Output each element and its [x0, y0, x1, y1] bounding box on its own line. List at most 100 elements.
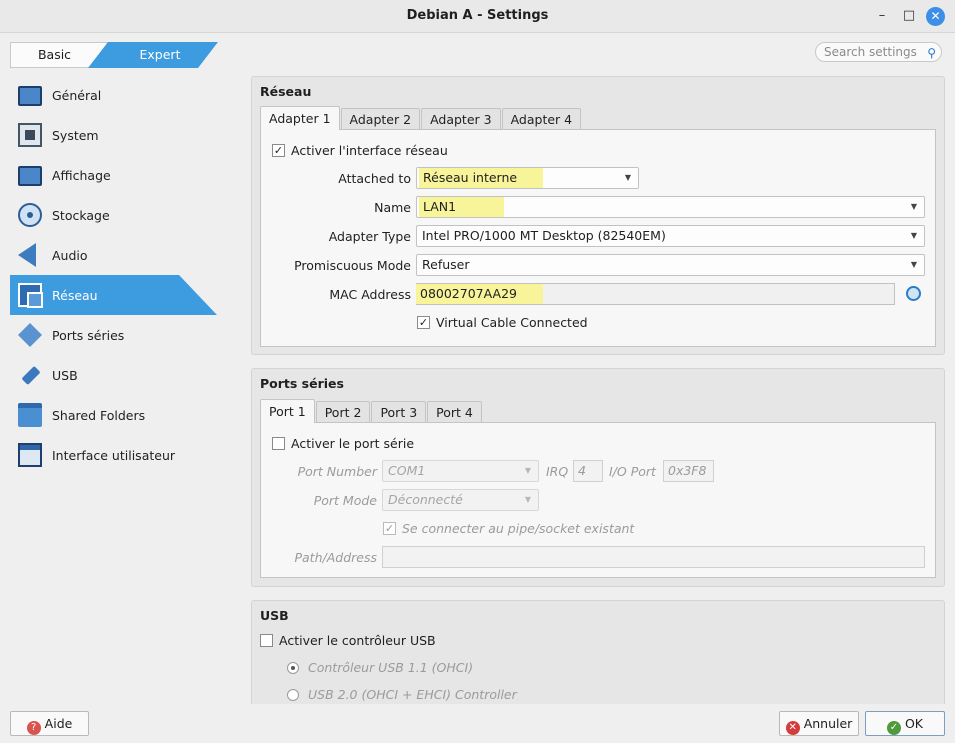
- enable-network-checkbox[interactable]: ✓ Activer l'interface réseau: [272, 143, 448, 158]
- storage-icon: [18, 203, 42, 227]
- promiscuous-mode-value: Refuser: [422, 257, 470, 272]
- system-icon: [18, 123, 42, 147]
- sidebar-item-user-interface[interactable]: Interface utilisateur: [10, 435, 217, 475]
- sidebar-item-audio[interactable]: Audio: [10, 235, 217, 275]
- io-port-input[interactable]: 0x3F8: [663, 460, 714, 482]
- serial-section-title: Ports séries: [260, 376, 344, 391]
- checkbox-unchecked-icon: [260, 634, 273, 647]
- port-mode-select[interactable]: Déconnecté ▼: [382, 489, 539, 511]
- usb-icon: [18, 363, 42, 387]
- sidebar-item-general[interactable]: Général: [10, 75, 217, 115]
- tab-adapter-4[interactable]: Adapter 4: [501, 108, 582, 130]
- expert-mode-button[interactable]: Expert: [88, 42, 218, 68]
- mac-address-value: 08002707AA29: [416, 284, 543, 304]
- tab-port-3[interactable]: Port 3: [371, 401, 427, 423]
- radio-unselected-icon: [287, 688, 299, 701]
- cable-connected-label: Virtual Cable Connected: [436, 315, 588, 330]
- name-value: LAN1: [419, 197, 505, 217]
- sidebar-item-label: System: [52, 127, 99, 143]
- sidebar-item-shared-folders[interactable]: Shared Folders: [10, 395, 217, 435]
- adapter-tabs: Adapter 1 Adapter 2 Adapter 3 Adapter 4: [260, 106, 582, 130]
- basic-mode-label: Basic: [37, 47, 72, 62]
- display-icon: [18, 166, 42, 186]
- button-bar: ? Aide ✕ Annuler ✓ OK: [0, 704, 955, 743]
- cancel-button[interactable]: ✕ Annuler: [779, 711, 859, 736]
- mac-address-input[interactable]: 08002707AA29: [416, 283, 895, 305]
- audio-icon: [18, 243, 36, 267]
- tab-port-4[interactable]: Port 4: [427, 401, 482, 423]
- sidebar-item-label: Interface utilisateur: [52, 447, 176, 463]
- promiscuous-mode-select[interactable]: Refuser ▼: [416, 254, 925, 276]
- sidebar-item-label: Audio: [52, 247, 88, 263]
- irq-label: IRQ: [546, 464, 569, 479]
- ok-button-label: OK: [904, 716, 924, 731]
- tab-adapter-2[interactable]: Adapter 2: [340, 108, 421, 130]
- ok-button[interactable]: ✓ OK: [865, 711, 945, 736]
- help-icon: ?: [26, 721, 41, 735]
- cancel-icon: ✕: [785, 721, 800, 735]
- sidebar-item-label: Ports séries: [52, 327, 125, 343]
- dropdown-arrow-icon: ▼: [624, 173, 631, 182]
- sidebar-item-usb[interactable]: USB: [10, 355, 217, 395]
- sidebar-item-storage[interactable]: Stockage: [10, 195, 217, 235]
- maximize-button[interactable]: □: [901, 8, 917, 24]
- search-input[interactable]: Search settings ⚲: [815, 42, 942, 62]
- enable-usb-label: Activer le contrôleur USB: [279, 633, 436, 648]
- dropdown-arrow-icon: ▼: [910, 260, 917, 269]
- usb11-radio[interactable]: Contrôleur USB 1.1 (OHCI): [287, 660, 473, 675]
- tab-port-1[interactable]: Port 1: [260, 399, 315, 423]
- cancel-button-label: Annuler: [803, 716, 853, 731]
- tab-adapter-1[interactable]: Adapter 1: [260, 106, 340, 130]
- sidebar-item-label: Général: [52, 87, 102, 103]
- usb20-radio[interactable]: USB 2.0 (OHCI + EHCI) Controller: [287, 687, 517, 702]
- sidebar-item-network[interactable]: Réseau: [10, 275, 217, 315]
- help-button[interactable]: ? Aide: [10, 711, 89, 736]
- pipe-label: Se connecter au pipe/socket existant: [402, 521, 635, 536]
- irq-input[interactable]: 4: [573, 460, 603, 482]
- shared-folders-icon: [18, 403, 42, 427]
- sidebar-item-system[interactable]: System: [10, 115, 217, 155]
- dropdown-arrow-icon: ▼: [910, 231, 917, 240]
- window-title: Debian A - Settings: [406, 8, 549, 23]
- promiscuous-mode-label: Promiscuous Mode: [294, 258, 411, 273]
- general-icon: [18, 86, 42, 106]
- close-button[interactable]: ✕: [926, 7, 945, 26]
- port-number-value: COM1: [388, 463, 426, 478]
- sidebar-item-label: Stockage: [52, 207, 110, 223]
- io-port-value: 0x3F8: [668, 463, 707, 478]
- sidebar-item-display[interactable]: Affichage: [10, 155, 217, 195]
- port-mode-value: Déconnecté: [388, 492, 463, 507]
- dropdown-arrow-icon: ▼: [524, 466, 531, 475]
- minimize-button[interactable]: –: [874, 8, 890, 24]
- adapter-type-select[interactable]: Intel PRO/1000 MT Desktop (82540EM) ▼: [416, 225, 925, 247]
- sidebar: Général System Affichage Stockage Audio …: [10, 75, 217, 475]
- tab-adapter-3[interactable]: Adapter 3: [421, 108, 501, 130]
- usb-section-title: USB: [260, 608, 289, 623]
- irq-value: 4: [578, 463, 586, 478]
- sidebar-item-label: Shared Folders: [52, 407, 146, 423]
- enable-serial-label: Activer le port série: [291, 436, 415, 451]
- tab-port-2[interactable]: Port 2: [315, 401, 371, 423]
- user-interface-icon: [18, 443, 42, 467]
- cable-connected-checkbox[interactable]: ✓ Virtual Cable Connected: [417, 315, 588, 330]
- pipe-checkbox[interactable]: ✓ Se connecter au pipe/socket existant: [383, 521, 634, 536]
- name-combo[interactable]: LAN1 ▼: [416, 196, 925, 218]
- sidebar-item-label: USB: [52, 367, 78, 383]
- refresh-mac-icon[interactable]: [906, 286, 921, 301]
- mac-address-label: MAC Address: [329, 287, 411, 302]
- attached-to-select[interactable]: Réseau interne ▼: [416, 167, 639, 189]
- sidebar-item-label: Réseau: [52, 287, 98, 303]
- sidebar-item-label: Affichage: [52, 167, 111, 183]
- usb11-label: Contrôleur USB 1.1 (OHCI): [308, 660, 474, 675]
- path-address-label: Path/Address: [294, 550, 377, 565]
- path-address-input[interactable]: [382, 546, 925, 568]
- search-placeholder: Search settings: [824, 45, 917, 59]
- enable-network-label: Activer l'interface réseau: [291, 143, 448, 158]
- checkbox-checked-icon: ✓: [272, 144, 285, 157]
- enable-usb-checkbox[interactable]: Activer le contrôleur USB: [260, 633, 436, 648]
- port-number-select[interactable]: COM1 ▼: [382, 460, 539, 482]
- enable-serial-checkbox[interactable]: Activer le port série: [272, 436, 414, 451]
- attached-to-value: Réseau interne: [419, 168, 544, 188]
- port-mode-label: Port Mode: [313, 493, 377, 508]
- sidebar-item-serial-ports[interactable]: Ports séries: [10, 315, 217, 355]
